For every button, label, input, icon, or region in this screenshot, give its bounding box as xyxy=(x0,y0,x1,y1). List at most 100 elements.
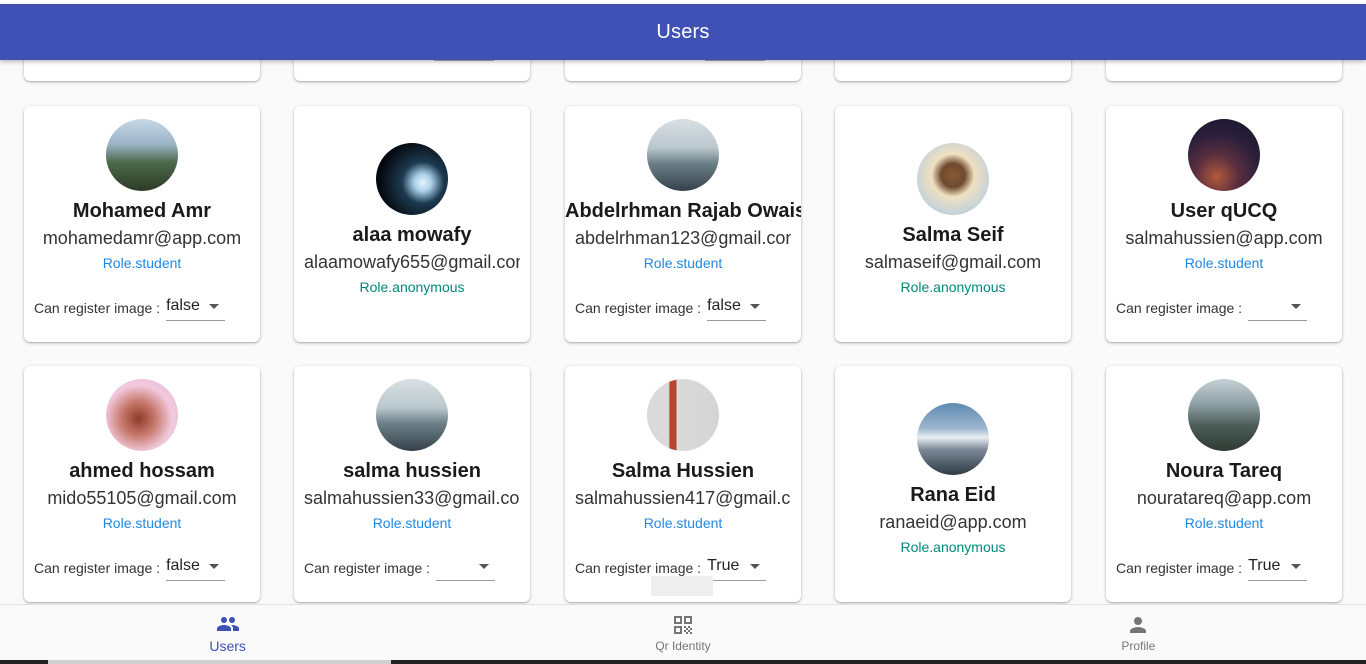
dropdown-underline xyxy=(434,60,494,61)
can-register-row: Can register image : false xyxy=(575,295,767,321)
user-role: Role.student xyxy=(102,515,182,531)
system-bar xyxy=(0,660,1366,664)
user-email: alaamowafy655@gmail.com xyxy=(304,252,520,272)
avatar xyxy=(647,379,719,451)
user-email: mido55105@gmail.com xyxy=(47,488,237,508)
nav-label-qr-identity: Qr Identity xyxy=(655,638,711,653)
user-email: salmahussien33@gmail.com xyxy=(304,488,520,508)
caret-down-icon xyxy=(750,304,761,309)
user-name: Salma Seif xyxy=(902,224,1004,246)
user-email: salmaseif@gmail.com xyxy=(864,252,1042,272)
can-register-label: Can register image : xyxy=(304,560,431,576)
user-card-partial[interactable] xyxy=(24,60,260,81)
can-register-value: false xyxy=(166,297,200,314)
users-grid[interactable]: Mohamed Amr mohamedamr@app.com Role.studen… xyxy=(0,60,1366,604)
avatar xyxy=(1188,379,1260,451)
user-role: Role.student xyxy=(102,255,182,271)
people-icon xyxy=(216,616,239,631)
avatar xyxy=(917,403,989,475)
can-register-label: Can register image : xyxy=(1116,300,1243,316)
user-card[interactable]: alaa mowafy alaamowafy655@gmail.com Role.a… xyxy=(294,106,530,342)
user-email: abdelrhman123@gmail.com xyxy=(575,228,791,248)
user-name: salma hussien xyxy=(343,460,481,482)
can-register-row: Can register image : false xyxy=(34,555,226,581)
user-name: Salma Hussien xyxy=(611,460,755,482)
caret-down-icon xyxy=(750,564,761,569)
user-card[interactable]: User qUCQ salmahussien@app.com Role.studen… xyxy=(1106,106,1342,342)
can-register-label: Can register image : xyxy=(575,560,702,576)
user-email: mohamedamr@app.com xyxy=(42,228,242,248)
user-card-partial[interactable] xyxy=(294,60,530,81)
can-register-label: Can register image : xyxy=(1116,560,1243,576)
can-register-dropdown[interactable] xyxy=(1248,295,1308,321)
user-name: Noura Tareq xyxy=(1165,460,1283,482)
user-email: nouratareq@app.com xyxy=(1136,488,1312,508)
user-name: Mohamed Amr xyxy=(72,200,212,222)
can-register-dropdown[interactable] xyxy=(436,555,496,581)
can-register-label: Can register image : xyxy=(34,560,161,576)
can-register-row: Can register image : false xyxy=(34,295,226,321)
user-card[interactable]: Abdelrhman Rajab Owais abdelrhman123@gmai… xyxy=(565,106,801,342)
user-role: Role.student xyxy=(643,515,723,531)
user-card-partial[interactable] xyxy=(835,60,1071,81)
nav-qr-identity[interactable]: Qr Identity xyxy=(455,605,910,660)
user-email: salmahussien@app.com xyxy=(1125,228,1323,248)
user-card[interactable]: ahmed hossam mido55105@gmail.com Role.stud… xyxy=(24,366,260,602)
nav-label-profile: Profile xyxy=(1121,638,1156,653)
can-register-label: Can register image : xyxy=(34,300,161,316)
nav-profile[interactable]: Profile xyxy=(911,605,1366,660)
user-card[interactable]: Salma Seif salmaseif@gmail.com Role.anonym… xyxy=(835,106,1071,342)
page-title: Users xyxy=(656,20,710,43)
user-card-partial[interactable] xyxy=(1106,60,1342,81)
user-role: Role.student xyxy=(1184,515,1264,531)
nav-users[interactable]: Users xyxy=(0,605,455,660)
can-register-dropdown[interactable]: false xyxy=(707,295,767,321)
can-register-dropdown[interactable]: false xyxy=(166,555,226,581)
user-card[interactable]: Noura Tareq nouratareq@app.com Role.studen… xyxy=(1106,366,1342,602)
avatar xyxy=(376,379,448,451)
user-name: User qUCQ xyxy=(1170,200,1278,222)
can-register-value: false xyxy=(166,557,200,574)
user-email: ranaeid@app.com xyxy=(879,512,1027,532)
avatar xyxy=(917,143,989,215)
user-card[interactable]: Mohamed Amr mohamedamr@app.com Role.studen… xyxy=(24,106,260,342)
can-register-value: True xyxy=(1248,557,1281,574)
user-role: Role.anonymous xyxy=(900,539,1006,555)
avatar xyxy=(106,379,178,451)
person-icon xyxy=(1130,616,1147,633)
system-bar-segment xyxy=(48,660,391,664)
can-register-dropdown[interactable]: false xyxy=(166,295,226,321)
user-name: Abdelrhman Rajab Owais xyxy=(565,200,801,222)
can-register-row: Can register image : True xyxy=(1116,555,1308,581)
app-bar: Users xyxy=(0,4,1366,60)
can-register-label: Can register image : xyxy=(575,300,702,316)
ripple-highlight xyxy=(651,576,713,596)
can-register-value: True xyxy=(707,557,740,574)
can-register-dropdown[interactable]: True xyxy=(1248,555,1308,581)
user-email: salmahussien417@gmail.com xyxy=(575,488,791,508)
user-role: Role.student xyxy=(372,515,452,531)
user-card[interactable]: salma hussien salmahussien33@gmail.com Rol… xyxy=(294,366,530,602)
user-name: Rana Eid xyxy=(910,484,996,506)
user-role: Role.student xyxy=(643,255,723,271)
avatar xyxy=(106,119,178,191)
user-card-partial[interactable] xyxy=(565,60,801,81)
user-card[interactable]: Salma Hussien salmahussien417@gmail.com Ro… xyxy=(565,366,801,602)
can-register-row: Can register image : xyxy=(1116,295,1308,321)
dropdown-underline xyxy=(705,60,765,61)
can-register-value: false xyxy=(707,297,741,314)
nav-label-users: Users xyxy=(209,637,246,654)
user-card[interactable]: Rana Eid ranaeid@app.com Role.anonymous xyxy=(835,366,1071,602)
avatar xyxy=(647,119,719,191)
caret-down-icon xyxy=(209,564,220,569)
user-role: Role.anonymous xyxy=(900,279,1006,295)
caret-down-icon xyxy=(479,564,490,569)
caret-down-icon xyxy=(1291,304,1302,309)
can-register-row: Can register image : xyxy=(304,555,496,581)
avatar xyxy=(376,143,448,215)
caret-down-icon xyxy=(209,304,220,309)
caret-down-icon xyxy=(1291,564,1302,569)
can-register-dropdown[interactable]: True xyxy=(707,555,767,581)
qr-code-icon xyxy=(673,615,692,634)
user-role: Role.student xyxy=(1184,255,1264,271)
